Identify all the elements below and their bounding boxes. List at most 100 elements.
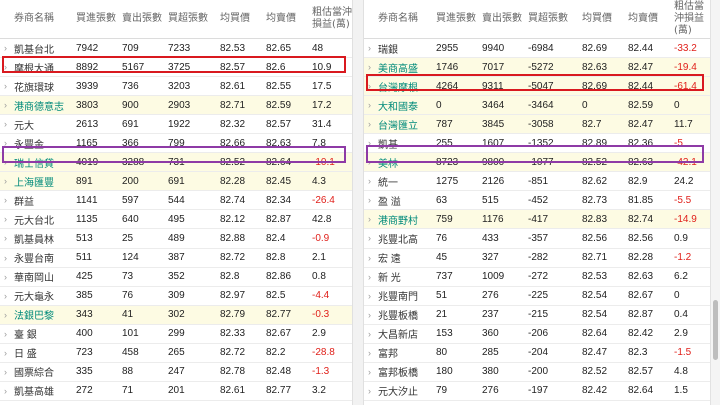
header-sell-volume[interactable]: 賣出張數 (479, 0, 525, 39)
table-row[interactable]: › 凱基台北 7942 709 7233 82.53 82.65 48 (0, 38, 352, 59)
expand-chevron-icon[interactable]: › (0, 267, 11, 287)
expand-chevron-icon[interactable]: › (0, 171, 11, 192)
table-row[interactable]: › 上海匯豐 891 200 691 82.28 82.45 4.3 (0, 171, 352, 192)
expand-chevron-icon[interactable]: › (364, 267, 375, 287)
expand-chevron-icon[interactable]: › (0, 38, 11, 59)
expand-chevron-icon[interactable]: › (0, 133, 11, 154)
header-daytrade-pnl[interactable]: 粗估當沖損益(萬) (671, 0, 710, 39)
table-row[interactable]: › 元大汐止 79 276 -197 82.42 82.64 1.5 (364, 381, 710, 401)
header-sell-volume[interactable]: 賣出張數 (119, 0, 165, 39)
table-row[interactable]: › 元大台北 1135 640 495 82.12 82.87 42.8 (0, 209, 352, 230)
expand-chevron-icon[interactable]: › (0, 286, 11, 306)
expand-chevron-icon[interactable]: › (364, 171, 375, 192)
expand-chevron-icon[interactable]: › (0, 114, 11, 135)
expand-chevron-icon[interactable]: › (0, 248, 11, 268)
header-net-buy[interactable]: 買超張數 (165, 0, 217, 39)
expand-chevron-icon[interactable]: › (364, 209, 375, 230)
expand-chevron-icon[interactable]: › (364, 133, 375, 154)
header-broker-name[interactable]: 券商名稱 (375, 0, 433, 39)
expand-chevron-icon[interactable]: › (0, 228, 11, 249)
table-row[interactable]: › 兆豐南門 51 276 -225 82.54 82.67 0 (364, 286, 710, 306)
expand-chevron-icon[interactable]: › (0, 305, 11, 325)
header-avg-buy-price[interactable]: 均買價 (217, 0, 263, 39)
expand-chevron-icon[interactable]: › (364, 381, 375, 401)
expand-chevron-icon[interactable]: › (364, 76, 375, 97)
table-row[interactable]: › 凱基員林 513 25 489 82.88 82.4 -0.9 (0, 228, 352, 249)
expand-chevron-icon[interactable]: › (0, 57, 11, 78)
table-row[interactable]: › 兆豐板橋 21 237 -215 82.54 82.87 0.4 (364, 305, 710, 325)
expand-chevron-icon[interactable]: › (364, 228, 375, 249)
table-row[interactable]: › 港商德意志 3803 900 2903 82.71 82.59 17.2 (0, 95, 352, 116)
expand-chevron-icon[interactable]: › (364, 152, 375, 173)
table-row[interactable]: › 大和國泰 0 3464 -3464 0 82.59 0 (364, 95, 710, 116)
header-avg-sell-price[interactable]: 均賣價 (263, 0, 309, 39)
table-row[interactable]: › 凱基高雄 272 71 201 82.61 82.77 3.2 (0, 381, 352, 401)
expand-chevron-icon[interactable]: › (364, 114, 375, 135)
table-row[interactable]: › 凱基 255 1607 -1352 82.89 82.36 -5 (364, 133, 710, 154)
expand-chevron-icon[interactable]: › (0, 362, 11, 382)
table-row[interactable]: › 兆豐北高 76 433 -357 82.56 82.56 0.9 (364, 228, 710, 249)
table-row[interactable]: › 華南岡山 425 73 352 82.8 82.86 0.8 (0, 267, 352, 287)
expand-chevron-icon[interactable]: › (0, 95, 11, 116)
table-row[interactable]: › 永豐台南 511 124 387 82.72 82.8 2.1 (0, 248, 352, 268)
expand-chevron-icon[interactable]: › (364, 248, 375, 268)
table-row[interactable]: ›福 邦25210-18582.6182.16-0.6 (364, 400, 710, 405)
table-row[interactable]: › 瑞銀 2955 9940 -6984 82.69 82.44 -33.2 (364, 38, 710, 59)
buy-volume-cell: 51 (433, 286, 479, 306)
header-avg-sell-price[interactable]: 均賣價 (625, 0, 671, 39)
table-row[interactable]: › 摩根大通 8892 5167 3725 82.57 82.6 10.9 (0, 57, 352, 78)
daytrade-pnl-cell: 6.2 (671, 267, 710, 287)
table-row[interactable]: › 盈 溢 63 515 -452 82.73 81.85 -5.5 (364, 190, 710, 211)
table-row[interactable]: › 日 盛 723 458 265 82.72 82.2 -28.8 (0, 343, 352, 363)
expand-chevron-icon[interactable]: › (364, 324, 375, 344)
expand-chevron-icon[interactable]: › (364, 190, 375, 211)
table-row[interactable]: › 新 光 737 1009 -272 82.53 82.63 6.2 (364, 267, 710, 287)
expand-chevron-icon[interactable]: › (0, 343, 11, 363)
sell-volume-cell: 3464 (479, 95, 525, 116)
buy-volume-cell: 8723 (433, 152, 479, 173)
table-row[interactable]: › 法銀巴黎 343 41 302 82.79 82.77 -0.3 (0, 305, 352, 325)
expand-chevron-icon[interactable]: › (364, 305, 375, 325)
expand-chevron-icon[interactable]: › (0, 381, 11, 401)
expand-chevron-icon[interactable]: › (364, 38, 375, 59)
table-row[interactable]: › 群益 1141 597 544 82.74 82.34 -26.4 (0, 190, 352, 211)
vertical-scrollbar[interactable] (710, 0, 720, 405)
expand-chevron-icon[interactable]: › (0, 152, 11, 173)
table-row[interactable]: › 宏 遠 45 327 -282 82.71 82.28 -1.2 (364, 248, 710, 268)
table-row[interactable]: › 臺 銀 400 101 299 82.33 82.67 2.9 (0, 324, 352, 344)
table-row[interactable]: › 大昌新店 153 360 -206 82.64 82.42 2.9 (364, 324, 710, 344)
table-row[interactable]: › 富邦板橋 180 380 -200 82.52 82.57 4.8 (364, 362, 710, 382)
header-buy-volume[interactable]: 買進張數 (73, 0, 119, 39)
header-buy-volume[interactable]: 買進張數 (433, 0, 479, 39)
table-row[interactable]: › 統一 1275 2126 -851 82.62 82.9 24.2 (364, 171, 710, 192)
expand-chevron-icon[interactable]: › (364, 57, 375, 78)
expand-chevron-icon[interactable]: › (364, 362, 375, 382)
table-row[interactable]: › 港商野村 759 1176 -417 82.83 82.74 -14.9 (364, 209, 710, 230)
table-row[interactable]: › 美林 8723 9800 -1077 82.52 82.63 -42.1 (364, 152, 710, 173)
table-row[interactable]: › 台灣匯立 787 3845 -3058 82.7 82.47 11.7 (364, 114, 710, 135)
expand-chevron-icon[interactable]: › (364, 343, 375, 363)
expand-chevron-icon[interactable]: › (0, 400, 11, 405)
table-row[interactable]: › 台灣摩根 4264 9311 -5047 82.69 82.44 -61.4 (364, 76, 710, 97)
table-row[interactable]: › 美商高盛 1746 7017 -5272 82.63 82.47 -19.4 (364, 57, 710, 78)
table-row[interactable]: › 元大龜永 385 76 309 82.97 82.5 -4.4 (0, 286, 352, 306)
expand-chevron-icon[interactable]: › (364, 400, 375, 405)
expand-chevron-icon[interactable]: › (0, 76, 11, 97)
expand-chevron-icon[interactable]: › (364, 286, 375, 306)
header-daytrade-pnl[interactable]: 粗估當沖損益(萬) (309, 0, 352, 39)
expand-chevron-icon[interactable]: › (0, 209, 11, 230)
expand-chevron-icon[interactable]: › (364, 95, 375, 116)
expand-chevron-icon[interactable]: › (0, 324, 11, 344)
table-row[interactable]: ›日盛台南2091319682.8182.650.1 (0, 400, 352, 405)
table-row[interactable]: › 瑞士信貸 4019 3288 731 82.52 82.64 -10.1 (0, 152, 352, 173)
header-net-buy[interactable]: 買超張數 (525, 0, 579, 39)
table-row[interactable]: › 元大 2613 691 1922 82.32 82.57 31.4 (0, 114, 352, 135)
table-row[interactable]: › 富邦 80 285 -204 82.47 82.3 -1.5 (364, 343, 710, 363)
scrollbar-thumb[interactable] (713, 300, 718, 360)
header-avg-buy-price[interactable]: 均買價 (579, 0, 625, 39)
expand-chevron-icon[interactable]: › (0, 190, 11, 211)
table-row[interactable]: › 永豐金 1165 366 799 82.66 82.63 7.8 (0, 133, 352, 154)
table-row[interactable]: › 花旗環球 3939 736 3203 82.61 82.55 17.5 (0, 76, 352, 97)
table-row[interactable]: › 國票綜合 335 88 247 82.78 82.48 -1.3 (0, 362, 352, 382)
header-broker-name[interactable]: 券商名稱 (11, 0, 73, 39)
